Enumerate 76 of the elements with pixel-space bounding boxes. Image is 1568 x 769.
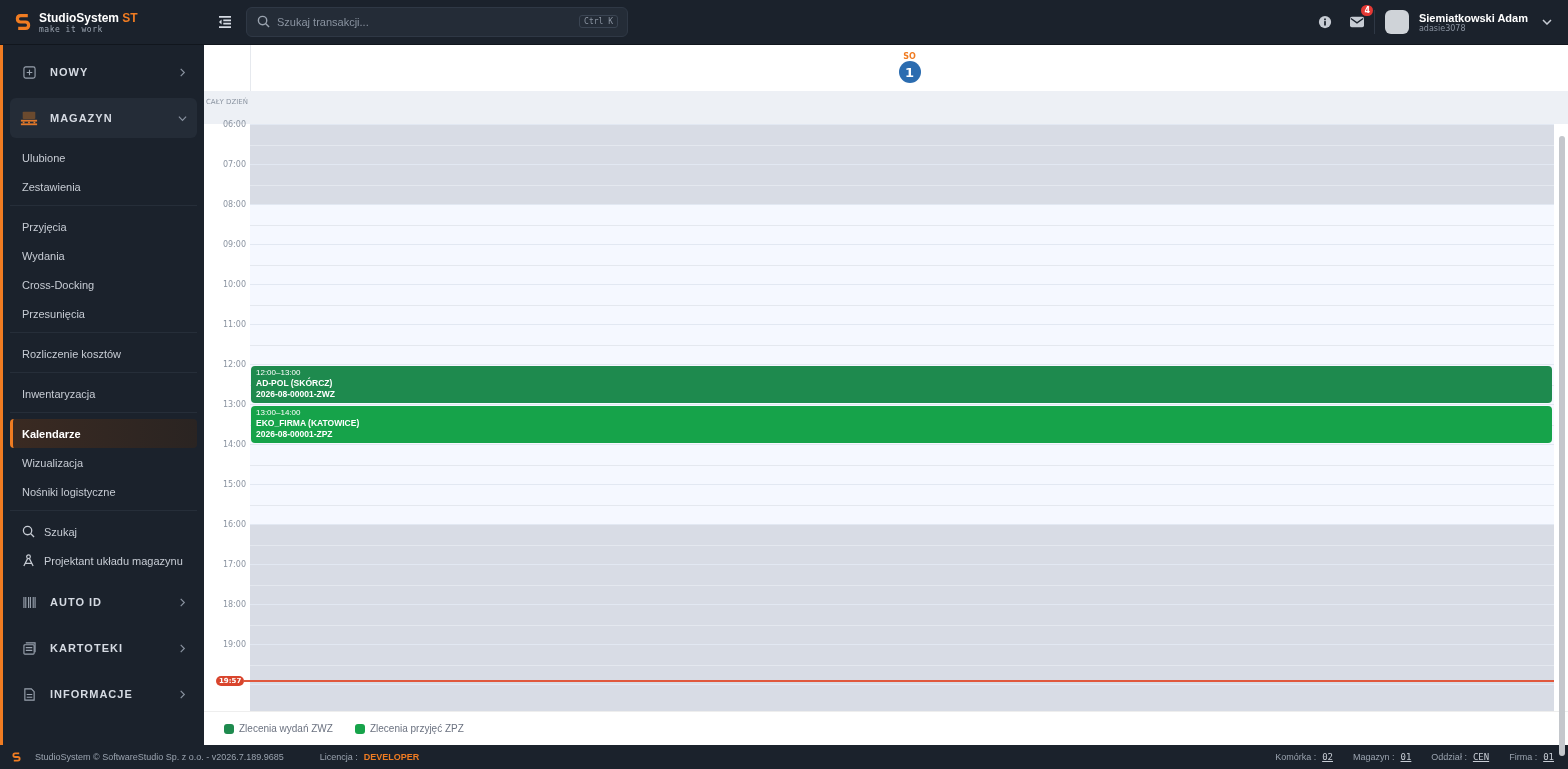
- sidebar-section[interactable]: MAGAZYN: [10, 98, 197, 138]
- license-value: DEVELOPER: [363, 752, 420, 762]
- pallet-icon: [20, 110, 38, 126]
- barcode-icon: [22, 595, 36, 609]
- chevron-down-icon: [178, 113, 187, 123]
- sidebar-item[interactable]: Wizualizacja: [10, 448, 197, 477]
- sidebar-item[interactable]: Ulubione: [10, 143, 197, 172]
- plus-icon: [22, 65, 36, 79]
- sidebar-item[interactable]: Rozliczenie kosztów: [10, 339, 197, 368]
- user-login: adasie3078: [1418, 23, 1467, 33]
- sidebar-item[interactable]: Kalendarze: [10, 419, 197, 448]
- search-icon: [257, 15, 270, 28]
- status-label: Komórka :: [1275, 752, 1317, 762]
- sidebar-section[interactable]: KARTOTEKI: [10, 628, 197, 668]
- user-name: Siemiatkowski Adam: [1418, 11, 1528, 24]
- day-name: SO: [903, 52, 916, 61]
- chevron-right-icon: [178, 643, 187, 653]
- menu-collapse-icon[interactable]: [218, 16, 232, 28]
- mail-icon[interactable]: [1349, 15, 1364, 29]
- hour-label: 06:00: [221, 120, 247, 131]
- sidebar-item[interactable]: Przyjęcia: [10, 212, 197, 241]
- cards-icon: [22, 641, 36, 655]
- hour-label: 09:00: [221, 240, 247, 251]
- legend-label: Zlecenia przyjęć ZPZ: [369, 723, 464, 735]
- shortcut-hint: Ctrl K: [579, 15, 618, 28]
- chevron-right-icon: [178, 689, 187, 699]
- hour-label: 07:00: [221, 160, 247, 171]
- sidebar-section[interactable]: INFORMACJE: [10, 674, 197, 714]
- hour-label: 10:00: [221, 280, 247, 291]
- status-value[interactable]: 01: [1400, 752, 1412, 762]
- sidebar-item[interactable]: Zestawienia: [10, 172, 197, 201]
- time-slot[interactable]: [250, 644, 1554, 685]
- sidebar-item[interactable]: Inwentaryzacja: [10, 379, 197, 408]
- hour-label: 19:00: [221, 640, 247, 651]
- chevron-right-icon: [178, 67, 187, 77]
- chevron-down-icon[interactable]: [1542, 19, 1552, 25]
- document-icon: [22, 687, 36, 701]
- brand-name: StudioSystem ST: [39, 10, 138, 25]
- sidebar-item[interactable]: Cross-Docking: [10, 270, 197, 299]
- hour-label: 16:00: [221, 520, 247, 531]
- info-icon[interactable]: [1317, 15, 1332, 29]
- status-label: Oddział :: [1431, 752, 1467, 762]
- status-label: Firma :: [1509, 752, 1538, 762]
- hour-label: 14:00: [221, 440, 247, 451]
- brand-tagline: make it work: [39, 24, 103, 34]
- logo-icon: [15, 12, 31, 32]
- sidebar-item[interactable]: Nośniki logistyczne: [10, 477, 197, 506]
- hour-label: 11:00: [221, 320, 247, 331]
- sidebar-item[interactable]: Wydania: [10, 241, 197, 270]
- legend-label: Zlecenia wydań ZWZ: [239, 723, 333, 735]
- calendar-event[interactable]: 12:00–13:00 AD-POL (SKÓRCZ) 2026-08-00001-ZWZ: [251, 366, 1552, 404]
- compass-icon: [22, 554, 35, 567]
- license-label: Licencja :: [319, 752, 358, 762]
- sidebar-section[interactable]: AUTO ID: [10, 582, 197, 622]
- copyright-text: StudioSystem © SoftwareStudio Sp. z o.o. - v2026.7.189.9685: [35, 752, 284, 762]
- status-value[interactable]: CEN: [1472, 752, 1490, 762]
- status-value[interactable]: 02: [1322, 752, 1333, 762]
- hour-label: 17:00: [221, 560, 247, 571]
- logo-icon: [12, 751, 21, 763]
- search-icon: [22, 525, 35, 538]
- status-label: Magazyn :: [1353, 752, 1395, 762]
- day-number[interactable]: 1: [898, 61, 921, 83]
- status-value[interactable]: 01: [1543, 752, 1554, 762]
- hour-label: 18:00: [221, 600, 247, 611]
- hour-label: 13:00: [221, 400, 247, 411]
- chevron-right-icon: [178, 597, 187, 607]
- sidebar-item[interactable]: Projektant układu magazynu: [10, 546, 197, 575]
- avatar[interactable]: [1384, 10, 1409, 34]
- sidebar-item[interactable]: Szukaj: [10, 517, 197, 546]
- hour-label: 12:00: [221, 360, 247, 371]
- sidebar-section[interactable]: NOWY: [10, 52, 197, 92]
- notification-badge: 4: [1361, 5, 1373, 16]
- hour-label: 15:00: [221, 480, 247, 491]
- sidebar-item[interactable]: Przesunięcia: [10, 299, 197, 328]
- hour-label: 08:00: [221, 200, 247, 211]
- scrollbar[interactable]: [1559, 136, 1565, 757]
